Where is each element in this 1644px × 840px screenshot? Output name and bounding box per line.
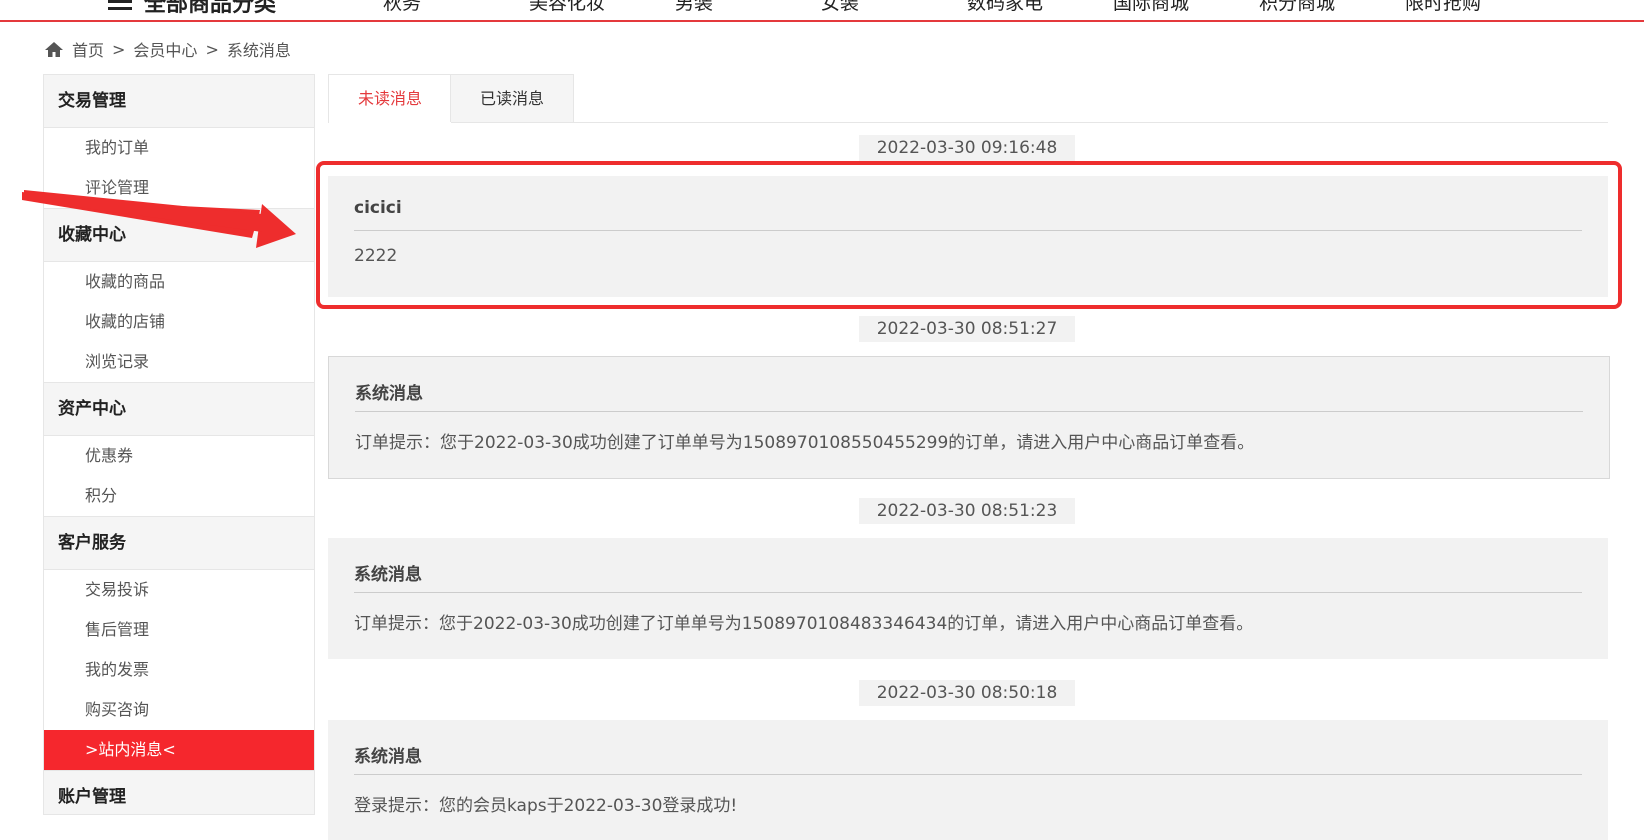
home-icon bbox=[45, 41, 63, 57]
sidebar-item-consult[interactable]: 购买咨询 bbox=[44, 690, 314, 730]
message-time: 2022-03-30 08:51:27 bbox=[859, 316, 1075, 342]
breadcrumb-member-center[interactable]: 会员中心 bbox=[133, 37, 197, 61]
breadcrumb-current: 系统消息 bbox=[226, 41, 291, 60]
nav-link[interactable]: 国际商城 bbox=[1113, 0, 1259, 15]
message-card[interactable]: 系统消息 订单提示：您于2022-03-30成功创建了订单单号为15089701… bbox=[328, 356, 1610, 479]
sidebar-item-fav-products[interactable]: 收藏的商品 bbox=[44, 262, 314, 302]
nav-link[interactable]: 积分商城 bbox=[1259, 0, 1405, 15]
sidebar-item-after-sales[interactable]: 售后管理 bbox=[44, 610, 314, 650]
sidebar-item-complaints[interactable]: 交易投诉 bbox=[44, 570, 314, 610]
sidebar-item-points[interactable]: 积分 bbox=[44, 476, 314, 516]
sidebar-section-trade: 交易管理 bbox=[44, 74, 314, 128]
all-categories-label: 全部商品分类 bbox=[144, 0, 277, 17]
tab-unread[interactable]: 未读消息 bbox=[328, 74, 452, 123]
menu-icon bbox=[108, 0, 132, 11]
sidebar-item-fav-shops[interactable]: 收藏的店铺 bbox=[44, 302, 314, 342]
sidebar-item-my-orders[interactable]: 我的订单 bbox=[44, 128, 314, 168]
annotation-highlight-box bbox=[316, 161, 1622, 309]
sidebar-item-coupons[interactable]: 优惠券 bbox=[44, 436, 314, 476]
message-title: 系统消息 bbox=[354, 560, 1582, 593]
top-nav-links: 秋务 美容化妆 男装 女装 数码家电 国际商城 积分商城 限时抢购 bbox=[383, 0, 1551, 15]
nav-link[interactable]: 限时抢购 bbox=[1405, 0, 1551, 15]
breadcrumb-separator: > bbox=[205, 39, 219, 59]
breadcrumb-home[interactable]: 首页 bbox=[72, 37, 104, 61]
sidebar-item-site-messages[interactable]: >站内消息< bbox=[44, 730, 314, 770]
breadcrumb: 首页 > 会员中心 > 系统消息 bbox=[44, 37, 291, 61]
nav-link[interactable]: 男装 bbox=[675, 0, 821, 15]
all-categories-button[interactable]: 全部商品分类 bbox=[108, 0, 276, 18]
sidebar-section-assets: 资产中心 bbox=[44, 382, 314, 436]
sidebar-item-invoices[interactable]: 我的发票 bbox=[44, 650, 314, 690]
nav-link[interactable]: 美容化妆 bbox=[529, 0, 675, 15]
message-time: 2022-03-30 08:50:18 bbox=[859, 680, 1075, 706]
message-body: 订单提示：您于2022-03-30成功创建了订单单号为1508970108483… bbox=[354, 614, 1254, 634]
top-nav: 全部商品分类 秋务 美容化妆 男装 女装 数码家电 国际商城 积分商城 限时抢购 bbox=[0, 0, 1644, 22]
message-time: 2022-03-30 09:16:48 bbox=[859, 135, 1075, 161]
message-title: 系统消息 bbox=[354, 742, 1582, 775]
message-card[interactable]: 系统消息 登录提示：您的会员kaps于2022-03-30登录成功! bbox=[328, 720, 1608, 840]
nav-link[interactable]: 秋务 bbox=[383, 0, 529, 15]
sidebar-section-account: 账户管理 bbox=[44, 770, 314, 814]
annotation-arrow-icon bbox=[22, 190, 296, 248]
nav-link[interactable]: 女装 bbox=[821, 0, 967, 15]
sidebar-section-service: 客户服务 bbox=[44, 516, 314, 570]
sidebar-item-history[interactable]: 浏览记录 bbox=[44, 342, 314, 382]
message-body: 订单提示：您于2022-03-30成功创建了订单单号为1508970108550… bbox=[355, 433, 1255, 453]
message-title: 系统消息 bbox=[355, 379, 1583, 412]
tab-read[interactable]: 已读消息 bbox=[450, 74, 574, 122]
message-tabs: 未读消息 已读消息 bbox=[328, 74, 1608, 123]
breadcrumb-separator: > bbox=[112, 39, 126, 59]
message-body: 登录提示：您的会员kaps于2022-03-30登录成功! bbox=[354, 796, 738, 816]
message-card[interactable]: 系统消息 订单提示：您于2022-03-30成功创建了订单单号为15089701… bbox=[328, 538, 1608, 659]
message-time: 2022-03-30 08:51:23 bbox=[859, 498, 1075, 524]
nav-link[interactable]: 数码家电 bbox=[967, 0, 1113, 15]
